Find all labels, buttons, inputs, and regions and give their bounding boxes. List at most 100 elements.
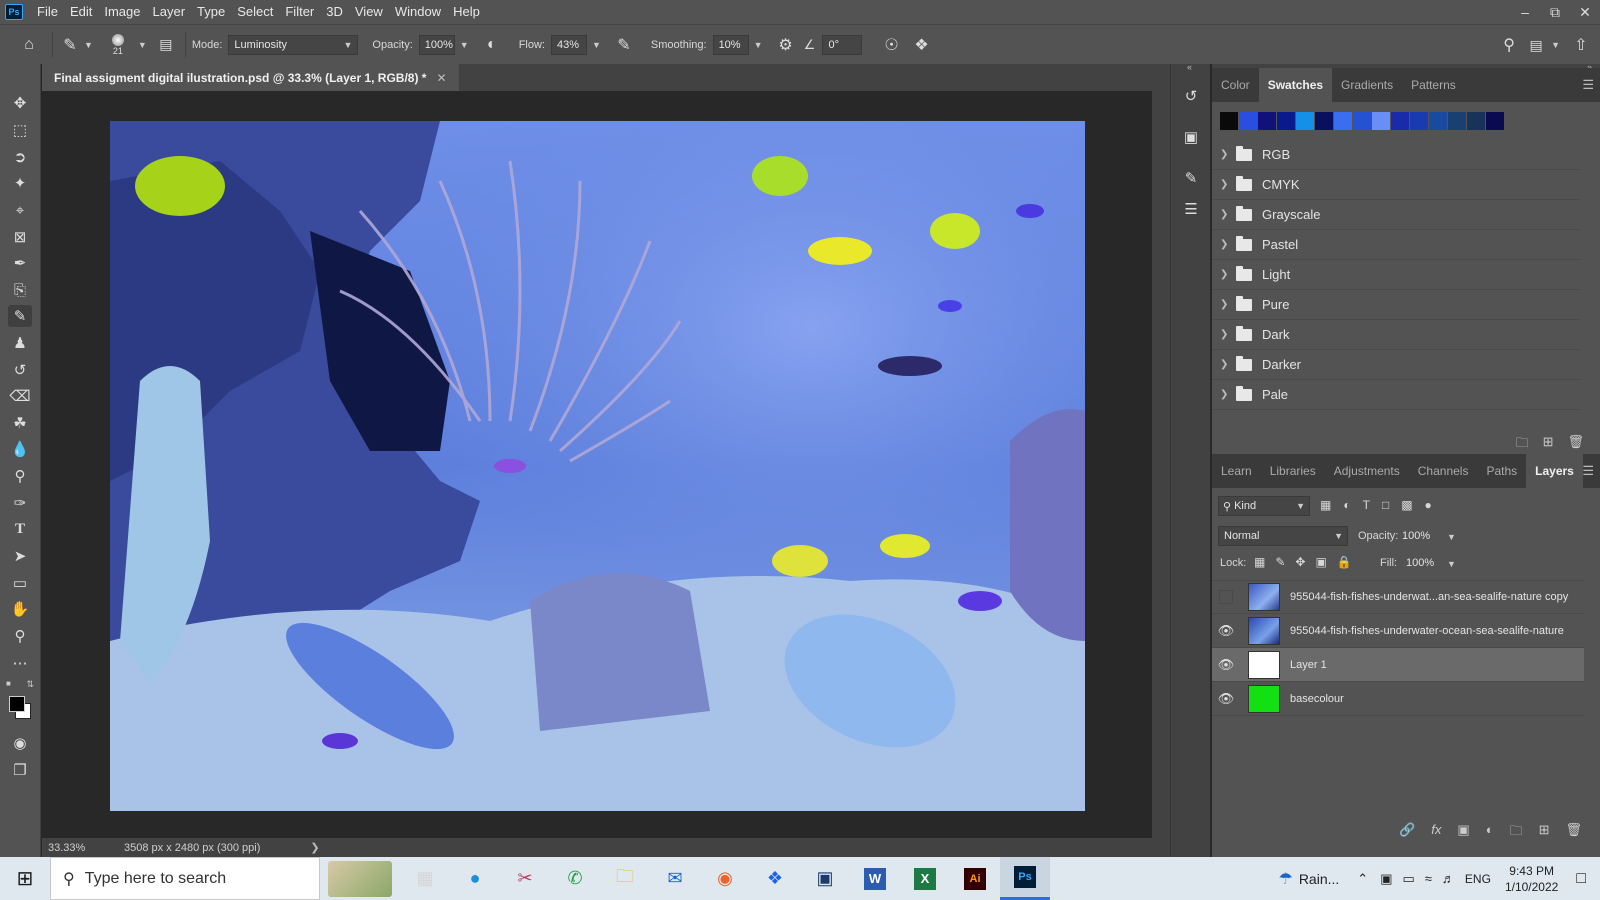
tab-adjustments[interactable]: Adjustments <box>1325 454 1409 488</box>
brush-settings-icon[interactable]: ✎ <box>1178 165 1204 191</box>
status-menu-chevron-icon[interactable]: ❯ <box>310 841 319 854</box>
layer-opacity-input[interactable]: 100% <box>1402 526 1442 546</box>
menu-3d[interactable]: 3D <box>320 0 349 24</box>
filter-pixel-icon[interactable]: ▦ <box>1320 498 1331 512</box>
notifications-icon[interactable]: □ <box>1576 870 1586 888</box>
hand-tool-icon[interactable]: ✋ <box>8 598 32 620</box>
frame-tool-icon[interactable]: ⊠ <box>8 226 32 248</box>
type-tool-icon[interactable]: T <box>8 518 32 540</box>
clone-stamp-tool-icon[interactable]: ♟ <box>8 332 32 354</box>
tab-paths[interactable]: Paths <box>1477 454 1526 488</box>
trash-icon[interactable]: 🗑 <box>1565 822 1582 844</box>
excel-icon[interactable]: X <box>900 857 950 900</box>
brush-tool-icon[interactable]: ✎ <box>59 35 81 55</box>
rectangle-tool-icon[interactable]: ▭ <box>8 572 32 594</box>
panel-menu-icon[interactable]: ☰ <box>1582 77 1594 93</box>
weather-label[interactable]: Rain... <box>1299 871 1339 887</box>
filter-smart-object-icon[interactable]: ▩ <box>1401 498 1412 512</box>
swatch[interactable] <box>1372 112 1390 130</box>
foreground-color-swatch[interactable] <box>9 696 25 712</box>
healing-brush-tool-icon[interactable]: ⎘ <box>8 279 32 301</box>
tab-channels[interactable]: Channels <box>1409 454 1478 488</box>
workspace-icon[interactable]: ▤ <box>1524 37 1548 54</box>
angle-input[interactable]: 0° <box>822 34 863 55</box>
menu-filter[interactable]: Filter <box>279 0 320 24</box>
dodge-tool-icon[interactable]: ⚲ <box>8 465 32 487</box>
marquee-tool-icon[interactable]: ⬚ <box>8 119 32 141</box>
menu-edit[interactable]: Edit <box>64 0 98 24</box>
eye-icon[interactable]: 👁 <box>1212 657 1240 673</box>
lock-artboard-icon[interactable]: ▣ <box>1315 555 1326 569</box>
swatch-folder-dark[interactable]: ❯ Dark <box>1212 320 1580 350</box>
brush-settings-panel-icon[interactable]: ▤ <box>153 36 179 53</box>
restore-icon[interactable]: ⧉ <box>1540 0 1570 24</box>
whatsapp-icon[interactable]: ✆ <box>550 857 600 900</box>
search-highlight-image[interactable] <box>320 857 400 900</box>
new-layer-icon[interactable]: ⊞ <box>1539 822 1550 844</box>
trash-icon[interactable]: 🗑 <box>1567 434 1584 456</box>
filter-adjustment-icon[interactable]: ◐ <box>1343 498 1350 512</box>
menu-help[interactable]: Help <box>447 0 486 24</box>
lasso-tool-icon[interactable]: ➲ <box>8 146 32 168</box>
history-brush-tool-icon[interactable]: ↺ <box>8 359 32 381</box>
tab-color[interactable]: Color <box>1212 68 1259 102</box>
magic-wand-tool-icon[interactable]: ✦ <box>8 172 32 194</box>
panel-menu-icon[interactable]: ☰ <box>1582 463 1594 479</box>
swatch[interactable] <box>1315 112 1333 130</box>
properties-panel-icon[interactable]: ☰ <box>1178 196 1204 222</box>
crop-tool-icon[interactable]: ⌖ <box>8 199 32 221</box>
menu-select[interactable]: Select <box>231 0 279 24</box>
brush-presets-icon[interactable]: ▣ <box>1178 124 1204 150</box>
fx-icon[interactable]: fx <box>1431 822 1441 844</box>
zoom-level[interactable]: 33.33% <box>48 842 112 854</box>
swatch-folder-pure[interactable]: ❯ Pure <box>1212 290 1580 320</box>
layer-row[interactable]: 👁 955044-fish-fishes-underwater-ocean-se… <box>1212 614 1584 648</box>
screen-mode-icon[interactable]: ❐ <box>8 759 32 781</box>
search-icon[interactable]: ⚲ <box>1494 35 1524 55</box>
document-tab[interactable]: Final assigment digital ilustration.psd … <box>42 64 459 91</box>
pen-tool-icon[interactable]: ✑ <box>8 492 32 514</box>
tab-patterns[interactable]: Patterns <box>1402 68 1465 102</box>
vertical-scrollbar[interactable] <box>1152 91 1170 838</box>
new-group-icon[interactable]: 🗀 <box>1516 434 1529 456</box>
chevron-down-icon[interactable]: ▼ <box>754 40 763 50</box>
tab-libraries[interactable]: Libraries <box>1261 454 1325 488</box>
windows-start-icon[interactable]: ⊞ <box>0 857 50 900</box>
chevron-up-icon[interactable]: ⌃ <box>1357 871 1368 887</box>
blend-mode-select[interactable]: Normal ▼ <box>1218 526 1348 546</box>
wifi-icon[interactable]: ≈ <box>1425 871 1432 886</box>
menu-window[interactable]: Window <box>389 0 447 24</box>
swatch[interactable] <box>1296 112 1314 130</box>
chevron-down-icon[interactable]: ▼ <box>84 40 93 50</box>
close-icon[interactable]: ✕ <box>1570 0 1600 24</box>
swap-colors-icon[interactable]: ⇅ <box>26 679 34 690</box>
mode-select[interactable]: Luminosity ▼ <box>228 34 359 55</box>
illustrator-icon[interactable]: Ai <box>950 857 1000 900</box>
chevron-down-icon[interactable]: ▼ <box>1447 532 1456 542</box>
flow-input[interactable]: 43% <box>550 34 587 55</box>
network-device-icon[interactable]: ▣ <box>1380 871 1392 887</box>
layer-filter-select[interactable]: ⚲ Kind ▼ <box>1218 496 1310 516</box>
lock-all-icon[interactable]: 🔒 <box>1337 555 1352 569</box>
eye-icon[interactable]: 👁 <box>1212 691 1240 707</box>
eye-icon[interactable]: 👁 <box>1212 623 1240 639</box>
swatch[interactable] <box>1334 112 1352 130</box>
filter-shape-icon[interactable]: □ <box>1382 498 1389 512</box>
swatch-folder-light[interactable]: ❯ Light <box>1212 260 1580 290</box>
weather-rain-icon[interactable]: ☂ <box>1278 869 1292 889</box>
collapse-dock-icon[interactable]: « <box>1187 62 1192 72</box>
swatch[interactable] <box>1429 112 1447 130</box>
filter-toggle-icon[interactable]: ● <box>1425 498 1432 512</box>
tab-gradients[interactable]: Gradients <box>1332 68 1402 102</box>
dropbox-icon[interactable]: ❖ <box>750 857 800 900</box>
swatch[interactable] <box>1467 112 1485 130</box>
eraser-tool-icon[interactable]: ⌫ <box>8 385 32 407</box>
swatch-folder-pastel[interactable]: ❯ Pastel <box>1212 230 1580 260</box>
document-canvas[interactable] <box>110 121 1085 811</box>
edge-icon[interactable]: ● <box>450 857 500 900</box>
new-swatch-icon[interactable]: ⊞ <box>1543 434 1554 456</box>
visibility-toggle[interactable] <box>1212 590 1240 604</box>
quick-mask-icon[interactable]: ◉ <box>8 732 32 754</box>
pressure-opacity-icon[interactable]: ◐ <box>477 36 507 54</box>
move-tool-icon[interactable]: ✥ <box>8 92 32 114</box>
